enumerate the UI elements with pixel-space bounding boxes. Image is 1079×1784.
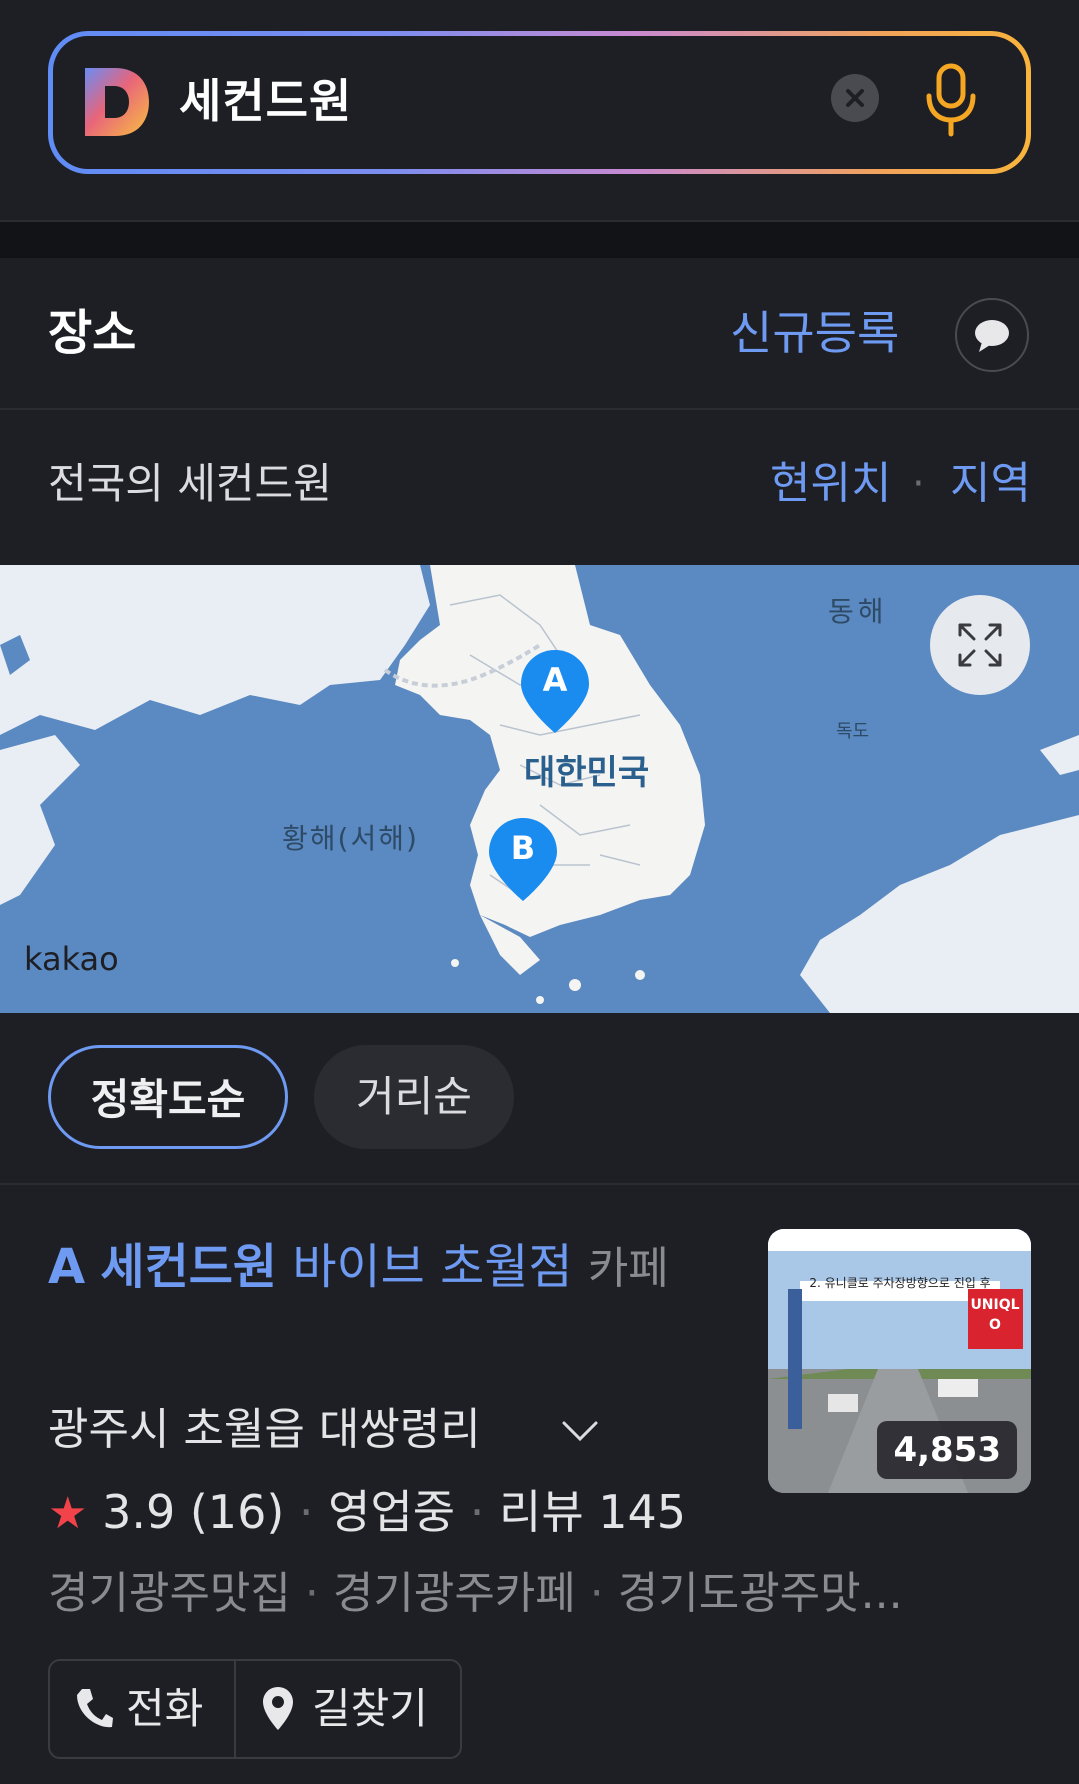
place-tag[interactable]: 경기광주맛집 — [48, 1568, 291, 1619]
search-input[interactable]: 세컨드원 — [179, 66, 352, 136]
current-location-link[interactable]: 현위치 — [770, 454, 891, 514]
place-result-item[interactable]: A 세컨드원 바이브 초월점 카페 광주시 초월읍 대쌍령리 ★ 3.9 (16… — [0, 1185, 1079, 1784]
call-button[interactable]: 전화 — [50, 1661, 236, 1757]
place-title[interactable]: A 세컨드원 바이브 초월점 카페 — [48, 1227, 708, 1309]
place-status: 영업중 — [328, 1485, 456, 1539]
daum-logo-icon — [85, 68, 149, 136]
register-new-link[interactable]: 신규등록 — [730, 298, 899, 368]
place-name-rest: 바이브 초월점 — [292, 1239, 573, 1295]
place-meta: ★ 3.9 (16) · 영업중 · 리뷰 145 — [48, 1485, 687, 1539]
results-map[interactable]: A B 대한민국 동해 독도 황해(서해) kakao — [0, 565, 1079, 1013]
place-name-match: 세컨드원 — [100, 1239, 278, 1295]
clear-search-button[interactable] — [831, 74, 879, 122]
search-scope-text: 전국의 세컨드원 — [48, 459, 332, 508]
search-bar[interactable]: 세컨드원 — [48, 31, 1031, 174]
photo-store-sign: UNIQLO — [970, 1297, 1020, 1333]
place-reviews[interactable]: 리뷰 145 — [499, 1485, 686, 1539]
search-header: 세컨드원 — [0, 0, 1079, 222]
star-icon: ★ — [48, 1488, 88, 1539]
place-address[interactable]: 광주시 초월읍 대쌍령리 — [48, 1393, 481, 1467]
sort-accuracy-chip[interactable]: 정확도순 — [48, 1045, 288, 1149]
directions-button[interactable]: 길찾기 — [236, 1661, 462, 1757]
sort-distance-chip[interactable]: 거리순 — [314, 1045, 514, 1149]
microphone-icon[interactable] — [923, 60, 979, 140]
close-icon — [846, 89, 864, 107]
marker-a-letter: A — [542, 661, 568, 699]
location-filter-row: 전국의 세컨드원 현위치 · 지역 — [0, 410, 1079, 565]
map-label-dokdo: 독도 — [836, 721, 870, 742]
call-label: 전화 — [126, 1684, 204, 1733]
chevron-down-icon[interactable] — [560, 1411, 600, 1451]
map-label-yellow-sea: 황해(서해) — [282, 822, 419, 855]
places-section-header: 장소 신규등록 — [0, 258, 1079, 410]
photo-count-badge: 4,853 — [877, 1421, 1017, 1479]
feedback-button[interactable] — [955, 298, 1029, 372]
place-rating: 3.9 — [102, 1485, 176, 1539]
photo-sign-text: 2. 유니클로 주차장방향으로 진입 후 — [809, 1276, 991, 1290]
map-expand-button[interactable] — [930, 595, 1030, 695]
separator-dot: · — [912, 461, 925, 507]
marker-b-letter: B — [510, 829, 536, 867]
place-actions: 전화 길찾기 — [48, 1659, 462, 1759]
place-thumbnail[interactable]: 2. 유니클로 주차장방향으로 진입 후 UNIQLO 4,853 — [768, 1229, 1031, 1493]
sort-options: 정확도순 거리순 — [0, 1013, 1079, 1185]
directions-label: 길찾기 — [312, 1684, 428, 1733]
section-divider — [0, 222, 1079, 258]
map-label-east-sea: 동해 — [828, 595, 888, 628]
expand-icon — [958, 623, 1002, 667]
place-tag[interactable]: 경기도광주맛... — [618, 1568, 903, 1619]
place-tags: 경기광주맛집 · 경기광주카페 · 경기도광주맛... — [48, 1568, 903, 1619]
section-title: 장소 — [48, 305, 137, 361]
map-provider-logo: kakao — [24, 940, 119, 978]
region-link[interactable]: 지역 — [950, 454, 1031, 514]
location-pin-icon — [263, 1687, 293, 1730]
speech-bubble-icon — [975, 320, 1009, 352]
phone-icon — [77, 1689, 113, 1728]
place-rating-count: (16) — [189, 1485, 285, 1539]
place-tag[interactable]: 경기광주카페 — [333, 1568, 576, 1619]
map-label-country: 대한민국 — [524, 753, 650, 793]
place-marker-letter: A — [48, 1239, 86, 1295]
place-category: 카페 — [587, 1243, 669, 1294]
